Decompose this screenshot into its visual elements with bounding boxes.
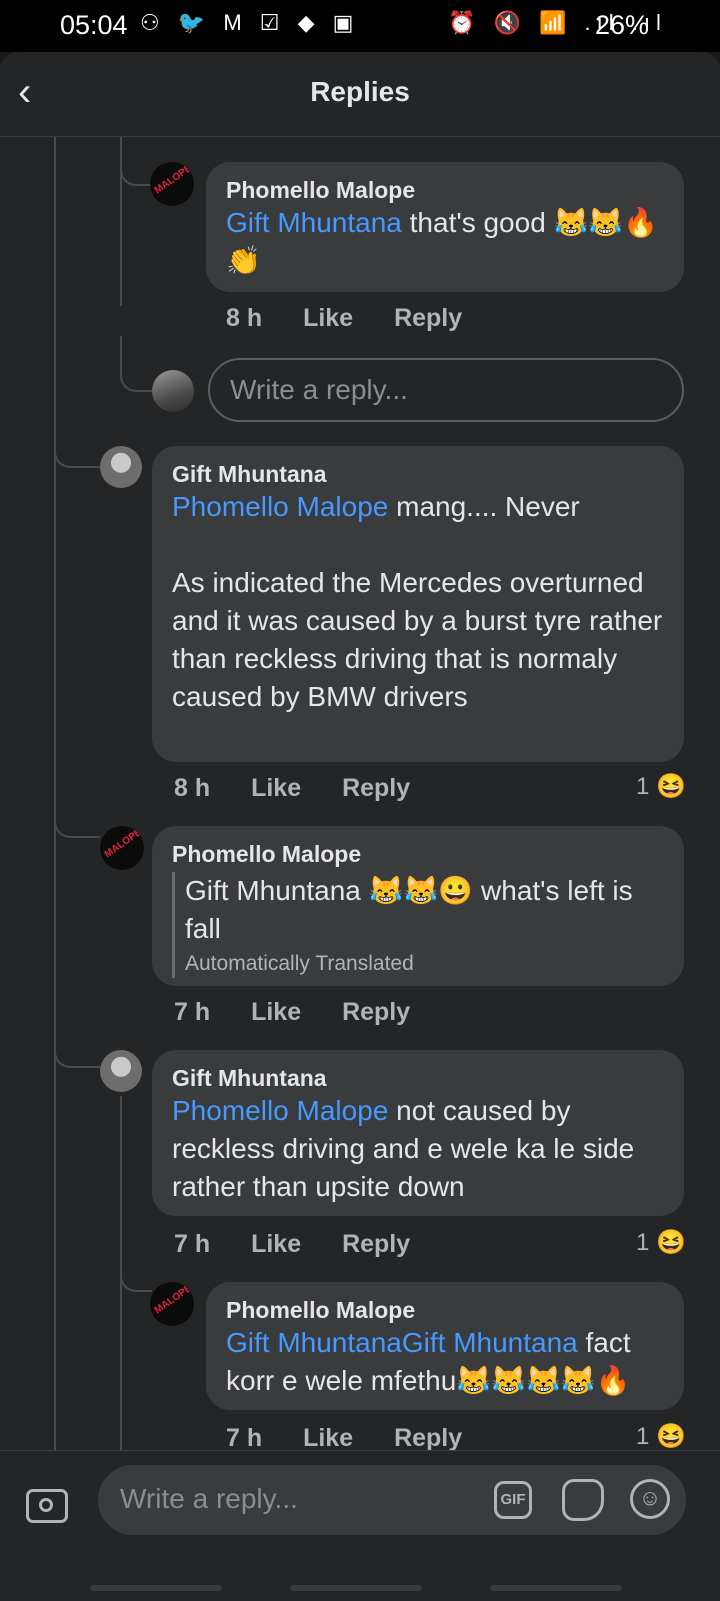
like-button[interactable]: Like (251, 1230, 301, 1258)
emoji-button[interactable]: ☺ (630, 1479, 670, 1519)
avatar-logo: MALOPE (152, 162, 194, 197)
reply-placeholder: Write a reply... (120, 1483, 298, 1514)
comment-actions: 7 h Like Reply (174, 998, 444, 1027)
avatar[interactable]: MALOPE (150, 1282, 194, 1326)
comment-bubble[interactable]: Phomello Malope Gift MhuntanaGift Mhunta… (206, 1282, 684, 1410)
header: ‹ Replies (0, 52, 720, 137)
nav-handle (490, 1585, 622, 1591)
inline-reply-input[interactable]: Write a reply... (208, 358, 684, 422)
comment-author[interactable]: Phomello Malope (172, 840, 664, 868)
comment-time: 7 h (174, 1230, 211, 1258)
emoji-text: 😹😹😀 (368, 875, 474, 906)
notification-icons: ⚇ 🐦 M ☑ ◆ ▣ (140, 10, 360, 35)
reaction-count[interactable]: 1 😆 (636, 772, 686, 801)
haha-reaction-icon: 😆 (656, 1423, 686, 1450)
reaction-count[interactable]: 1 😆 (636, 1422, 686, 1451)
reaction-number: 1 (636, 773, 650, 800)
comment-actions: 7 h Like Reply (174, 1230, 444, 1259)
translation-note: Automatically Translated (185, 952, 414, 975)
avatar[interactable]: MALOPE (100, 826, 144, 870)
like-button[interactable]: Like (251, 774, 301, 802)
translated-quote: Gift Mhuntana 😹😹😀 what's left is fall Au… (172, 872, 664, 978)
mention-link[interactable]: Phomello Malope (172, 491, 388, 522)
thread-line (120, 1096, 122, 1502)
thread-connector (54, 1006, 100, 1068)
reply-placeholder: Write a reply... (230, 374, 408, 405)
comment-author[interactable]: Gift Mhuntana (172, 460, 664, 488)
reply-button[interactable]: Reply (342, 774, 410, 802)
like-button[interactable]: Like (251, 998, 301, 1026)
comment-actions: 7 h Like Reply (226, 1424, 496, 1453)
comment-body: that's good (401, 207, 554, 238)
comment-time: 7 h (226, 1424, 263, 1452)
haha-reaction-icon: 😆 (656, 773, 686, 800)
thread-connector (54, 406, 100, 468)
comment-author[interactable]: Gift Mhuntana (172, 1064, 664, 1092)
thread-connector (120, 336, 152, 392)
comment-bubble[interactable]: Phomello Malope Gift Mhuntana 😹😹😀 what's… (152, 826, 684, 986)
reaction-number: 1 (636, 1229, 650, 1256)
comment-text: Phomello Malope mang.... Never As indica… (172, 488, 664, 716)
replies-sheet: ‹ Replies MALOPE Phomello Malope Gift Mh… (0, 52, 720, 1600)
comment-composer: Write a reply... GIF ☺ (0, 1450, 720, 1601)
status-time: 05:04 (60, 10, 128, 40)
nav-handle (90, 1585, 222, 1591)
comment-text: Gift Mhuntana 😹😹😀 what's left is fall (185, 872, 664, 948)
comment-text: Gift Mhuntana that's good 😹😹🔥👏 (226, 204, 664, 280)
comment-body: Gift Mhuntana (185, 875, 369, 906)
thread-connector (120, 136, 152, 186)
reply-button[interactable]: Reply (342, 1230, 410, 1258)
thread-connector (120, 1236, 152, 1292)
sticker-icon[interactable] (562, 1479, 604, 1521)
avatar[interactable] (100, 1050, 142, 1092)
comment-author[interactable]: Phomello Malope (226, 176, 664, 204)
mention-link[interactable]: Gift Mhuntana (226, 207, 402, 238)
nav-handle (290, 1585, 422, 1591)
mention-link[interactable]: Phomello Malope (172, 1095, 388, 1126)
like-button[interactable]: Like (303, 304, 353, 332)
comment-bubble[interactable]: Phomello Malope Gift Mhuntana that's goo… (206, 162, 684, 292)
status-bar: 05:04 ⚇ 🐦 M ☑ ◆ ▣ ⏰ 🔇 📶 .ıl .ıl 26% (0, 0, 720, 52)
reply-button[interactable]: Reply (394, 304, 462, 332)
reply-button[interactable]: Reply (394, 1424, 462, 1452)
camera-icon[interactable] (26, 1489, 68, 1523)
thread-connector (54, 776, 100, 838)
comment-text: Phomello Malope not caused by reckless d… (172, 1092, 664, 1206)
gif-button[interactable]: GIF (494, 1481, 532, 1519)
haha-reaction-icon: 😆 (656, 1229, 686, 1256)
emoji-text: 😹😹😹😹🔥 (456, 1365, 631, 1396)
comment-actions: 8 h Like Reply (174, 774, 444, 803)
current-user-avatar (152, 370, 194, 412)
avatar-logo: MALOPE (152, 1282, 194, 1317)
reply-button[interactable]: Reply (342, 998, 410, 1026)
avatar-logo: MALOPE (102, 826, 144, 861)
comment-bubble[interactable]: Gift Mhuntana Phomello Malope not caused… (152, 1050, 684, 1216)
comment-time: 8 h (174, 774, 211, 802)
comment-actions: 8 h Like Reply (226, 304, 496, 333)
mention-link[interactable]: Gift MhuntanaGift Mhuntana (226, 1327, 578, 1358)
page-title: Replies (310, 76, 410, 107)
reaction-number: 1 (636, 1423, 650, 1450)
comment-text: Gift MhuntanaGift Mhuntana fact korr e w… (226, 1324, 664, 1400)
reply-input[interactable]: Write a reply... GIF ☺ (98, 1465, 686, 1535)
like-button[interactable]: Like (303, 1424, 353, 1452)
comment-time: 8 h (226, 304, 263, 332)
comment-author[interactable]: Phomello Malope (226, 1296, 664, 1324)
reaction-count[interactable]: 1 😆 (636, 1228, 686, 1257)
comment-thread[interactable]: MALOPE Phomello Malope Gift Mhuntana tha… (0, 136, 720, 1502)
avatar[interactable] (100, 446, 142, 488)
avatar[interactable]: MALOPE (150, 162, 194, 206)
comment-bubble[interactable]: Gift Mhuntana Phomello Malope mang.... N… (152, 446, 684, 762)
comment-time: 7 h (174, 998, 211, 1026)
battery-level: 26% (595, 10, 650, 40)
comment-body: mang.... Never As indicated the Mercedes… (172, 491, 663, 712)
